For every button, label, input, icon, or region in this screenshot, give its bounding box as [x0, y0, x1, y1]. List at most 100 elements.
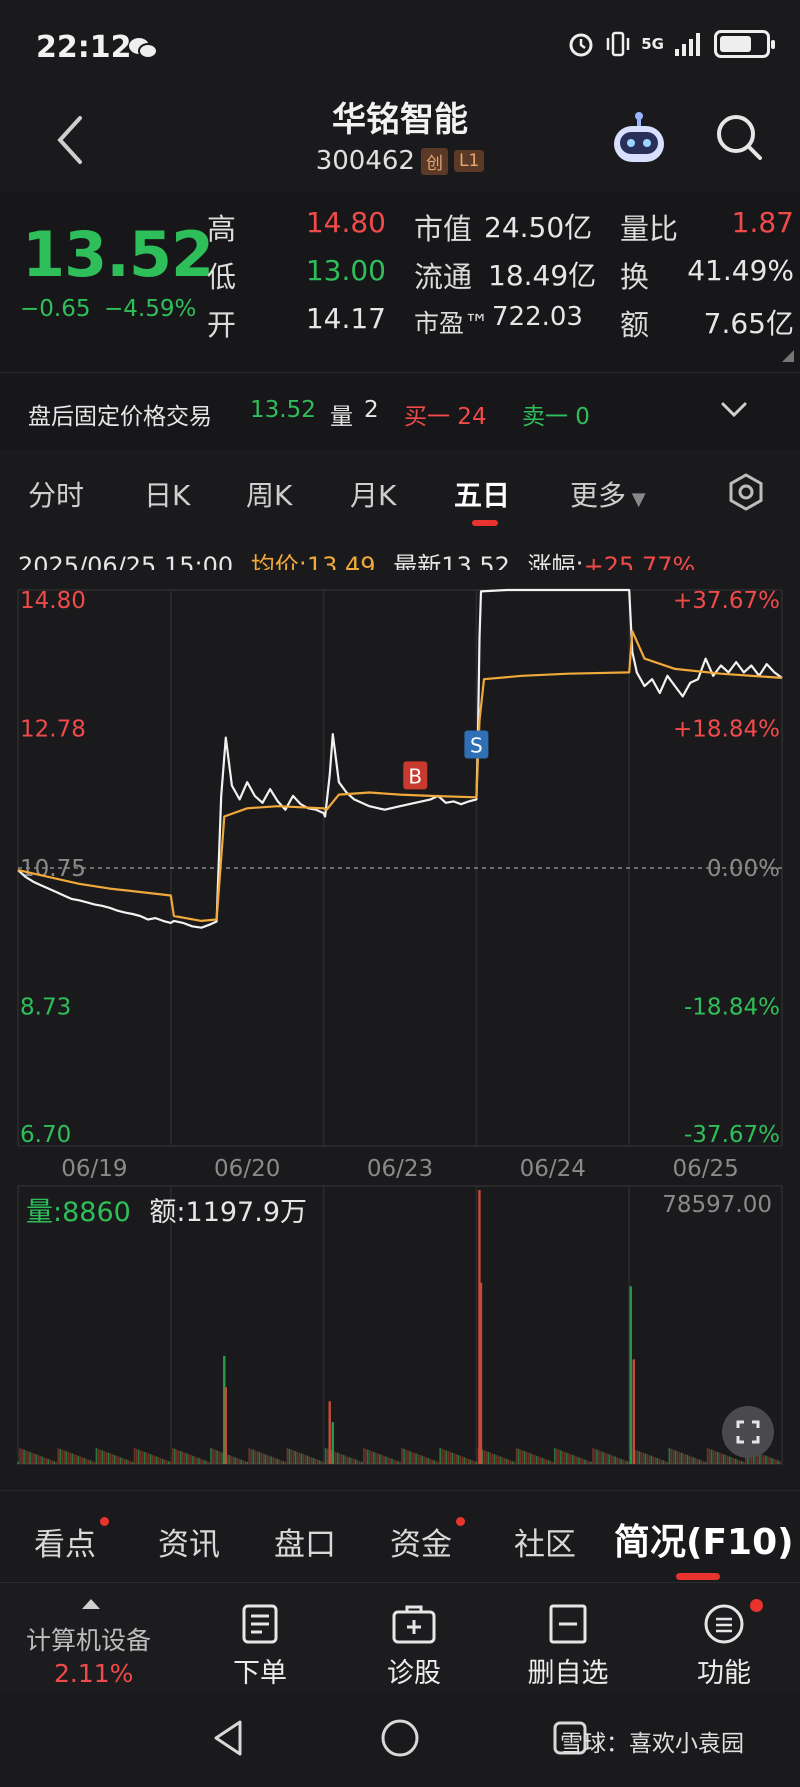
volume-amount: 额:1197.9万 — [149, 1197, 307, 1228]
search-icon[interactable] — [714, 112, 764, 162]
sector-name[interactable]: 计算机设备 — [26, 1621, 151, 1657]
caret-up-icon — [82, 1599, 100, 1609]
stock-code: 300462 — [315, 146, 415, 176]
btab-funds[interactable]: 资金 — [390, 1519, 452, 1564]
tab-five-day[interactable]: 五日 — [454, 474, 510, 514]
volume-readout: 量:8860 额:1197.9万 — [26, 1190, 307, 1229]
functions-menu-icon — [704, 1604, 744, 1644]
amount-value: 7.65亿 — [703, 307, 794, 340]
tab-monthly-k[interactable]: 月K — [350, 474, 396, 514]
turnover-label: 换 — [620, 260, 650, 294]
wechat-icon — [129, 38, 158, 59]
tab-more-label: 更多 — [570, 479, 627, 512]
y-tick-right: -37.67% — [684, 1122, 780, 1148]
x-date-label: 06/20 — [214, 1156, 280, 1182]
tab-more[interactable]: 更多 ▼ — [570, 474, 646, 514]
open-label: 开 — [207, 308, 237, 342]
after-hours-vol: 2 — [364, 397, 379, 423]
y-tick-right: +18.84% — [673, 717, 780, 743]
five-day-chart[interactable]: 14.80 +37.67%12.78 +18.84%10.75 0.00%8.73 -1… — [0, 570, 800, 1470]
volume-value: 8860 — [62, 1197, 131, 1228]
notification-dot — [750, 1599, 763, 1612]
tab-daily-k[interactable]: 日K — [144, 474, 190, 514]
fullscreen-button[interactable] — [722, 1406, 774, 1458]
nav-home-icon[interactable] — [380, 1718, 420, 1758]
volume-max-label: 78597.00 — [662, 1192, 772, 1218]
notification-dot — [100, 1517, 109, 1526]
low-label: 低 — [207, 260, 237, 294]
stock-code-row: 300462 创 L1 — [0, 146, 800, 176]
y-tick-left: 14.80 — [20, 588, 86, 614]
float-cap-label: 流通 — [414, 260, 473, 294]
high-label: 高 — [207, 212, 237, 246]
nav-back-icon[interactable] — [210, 1718, 246, 1758]
after-hours-sell: 卖一 0 — [522, 404, 590, 430]
battery-icon — [714, 30, 775, 58]
y-tick-left: 12.78 — [20, 717, 86, 743]
pe-value: 722.03 — [492, 302, 583, 332]
vibrate-icon — [607, 31, 630, 57]
status-bar: 22:12 5G — [0, 0, 800, 92]
chart-background — [0, 570, 800, 1470]
market-cap-value: 24.50亿 — [484, 211, 593, 244]
after-hours-label: 盘后固定价格交易 — [28, 404, 212, 430]
corner-expand-icon — [782, 350, 794, 362]
status-time: 22:12 — [36, 30, 132, 65]
price-change-pct: −4.59% — [104, 296, 197, 322]
board-tag: 创 — [420, 147, 448, 175]
high-value: 14.80 — [305, 206, 386, 239]
remove-watchlist-button[interactable]: 删自选 — [508, 1603, 628, 1690]
sector-change: 2.11% — [54, 1659, 134, 1688]
stock-header: 华铭智能 300462 创 L1 — [0, 92, 800, 192]
alarm-icon — [569, 33, 593, 57]
btab-community[interactable]: 社区 — [514, 1519, 576, 1564]
x-date-label: 06/19 — [61, 1156, 127, 1182]
chart-tabs: 分时 日K 周K 月K 五日 更多 ▼ — [0, 456, 800, 528]
btab-highlights[interactable]: 看点 — [34, 1519, 96, 1564]
last-price: 13.52 — [22, 218, 214, 291]
action-bar: 计算机设备 2.11% 下单 诊股 删自选 功能 — [0, 1582, 800, 1694]
order-icon — [242, 1604, 278, 1644]
ai-robot-icon[interactable] — [610, 110, 668, 166]
signal-icon — [675, 33, 700, 56]
order-button[interactable]: 下单 — [200, 1603, 320, 1690]
after-hours-row[interactable]: 盘后固定价格交易 13.52 量 2 买一 24 卖一 0 — [0, 372, 800, 450]
quote-panel: 13.52 −0.65 −4.59% 高 14.80 低 13.00 开 14.… — [0, 192, 800, 372]
buy-marker-label: B — [408, 764, 422, 788]
status-icons: 5G — [567, 30, 775, 58]
diagnose-button[interactable]: 诊股 — [354, 1603, 474, 1690]
fullscreen-icon — [736, 1420, 760, 1444]
settings-gear-icon[interactable] — [726, 472, 766, 512]
chevron-down-icon[interactable] — [720, 401, 748, 419]
watermark: 雪球：喜欢小袁园 — [560, 1731, 744, 1757]
price-change: −0.65 — [20, 296, 91, 322]
pe-label: 市盈™ — [414, 309, 490, 338]
after-hours-price: 13.52 — [250, 397, 316, 423]
functions-button[interactable]: 功能 — [664, 1599, 784, 1690]
btab-orderbook[interactable]: 盘口 — [274, 1519, 336, 1564]
active-tab-indicator — [472, 520, 498, 526]
tab-weekly-k[interactable]: 周K — [246, 474, 292, 514]
y-tick-right: 0.00% — [707, 856, 780, 882]
x-date-label: 06/25 — [672, 1156, 738, 1182]
network-type: 5G — [641, 35, 664, 53]
diagnose-label: 诊股 — [387, 1658, 441, 1689]
x-date-label: 06/23 — [367, 1156, 433, 1182]
remove-watchlist-label: 删自选 — [527, 1658, 609, 1689]
amount-label: 额 — [620, 308, 650, 342]
y-tick-left: 6.70 — [20, 1122, 71, 1148]
btab-news[interactable]: 资讯 — [158, 1519, 220, 1564]
volume-ratio-value: 1.87 — [731, 206, 794, 239]
level-tag: L1 — [453, 150, 485, 172]
open-value: 14.17 — [305, 302, 386, 335]
tab-intraday[interactable]: 分时 — [28, 474, 84, 514]
turnover-value: 41.49% — [687, 254, 794, 287]
bottom-tabs: 看点 资讯 盘口 资金 社区 简况(F10) — [0, 1490, 800, 1582]
y-tick-right: +37.67% — [673, 588, 780, 614]
float-cap-value: 18.49亿 — [488, 259, 597, 292]
market-cap-label: 市值 — [414, 212, 473, 246]
diagnose-kit-icon — [392, 1605, 436, 1644]
functions-label: 功能 — [697, 1658, 751, 1689]
btab-profile-f10[interactable]: 简况(F10) — [614, 1513, 794, 1565]
volume-ratio-label: 量比 — [620, 212, 679, 246]
